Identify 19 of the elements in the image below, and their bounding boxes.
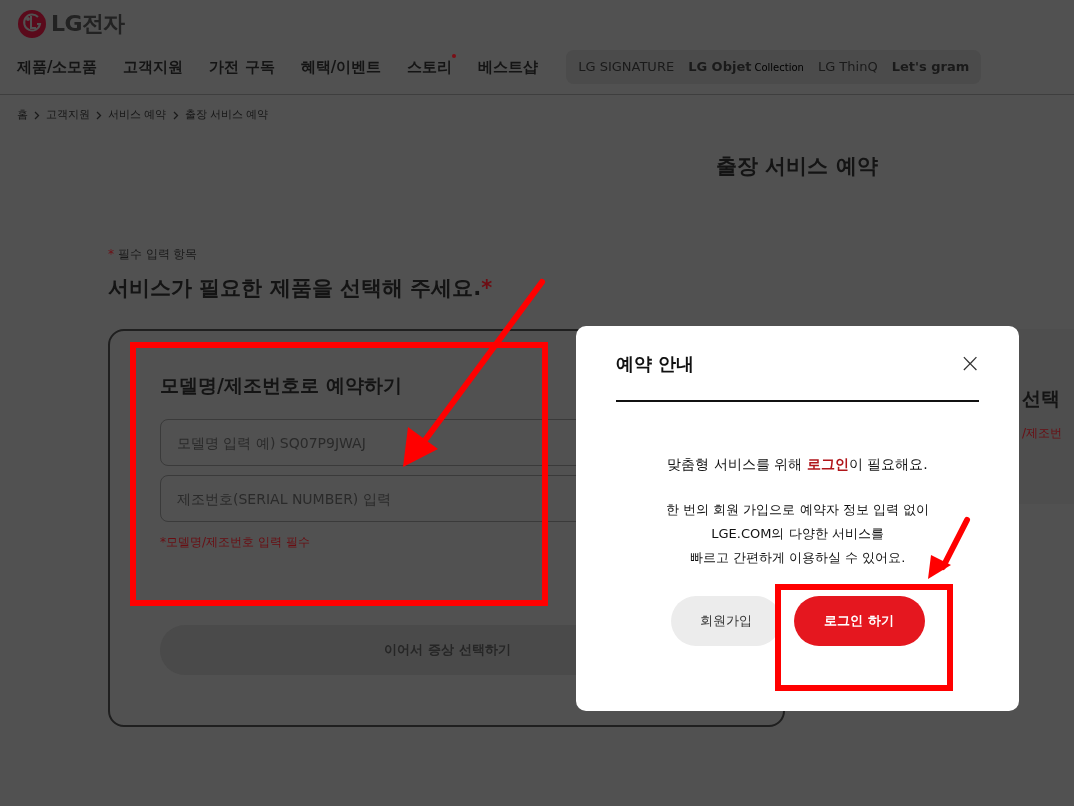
section-title: 서비스가 필요한 제품을 선택해 주세요.* (108, 275, 494, 302)
required-hint: /제조번 (1022, 425, 1064, 442)
nav-link[interactable]: 혜택/이벤트 (300, 55, 382, 79)
nav-link[interactable]: 고객지원 (123, 55, 184, 79)
card-title: 모델명/제조번호로 예약하기 (160, 372, 403, 398)
logo-icon (17, 8, 47, 39)
chevron-icon (96, 110, 102, 120)
nav-link[interactable]: 제품/소모품 (17, 55, 98, 79)
nav-link[interactable]: 가전 구독 (209, 55, 275, 79)
nav-link[interactable]: 베스트샵 (478, 55, 539, 79)
chevron-icon (172, 110, 179, 120)
close-button[interactable]: × (959, 350, 981, 376)
nav-link[interactable]: 스토리 (407, 55, 453, 79)
brand-subtitle: Collection (754, 61, 804, 76)
chevron-icon (34, 110, 40, 120)
card-title: 선택 (1022, 385, 1061, 411)
login-button[interactable]: 로그인 하기 (793, 596, 925, 646)
page-title: 출장 서비스 예약 (716, 153, 879, 180)
dialog-title: 예약 안내 (616, 351, 695, 376)
